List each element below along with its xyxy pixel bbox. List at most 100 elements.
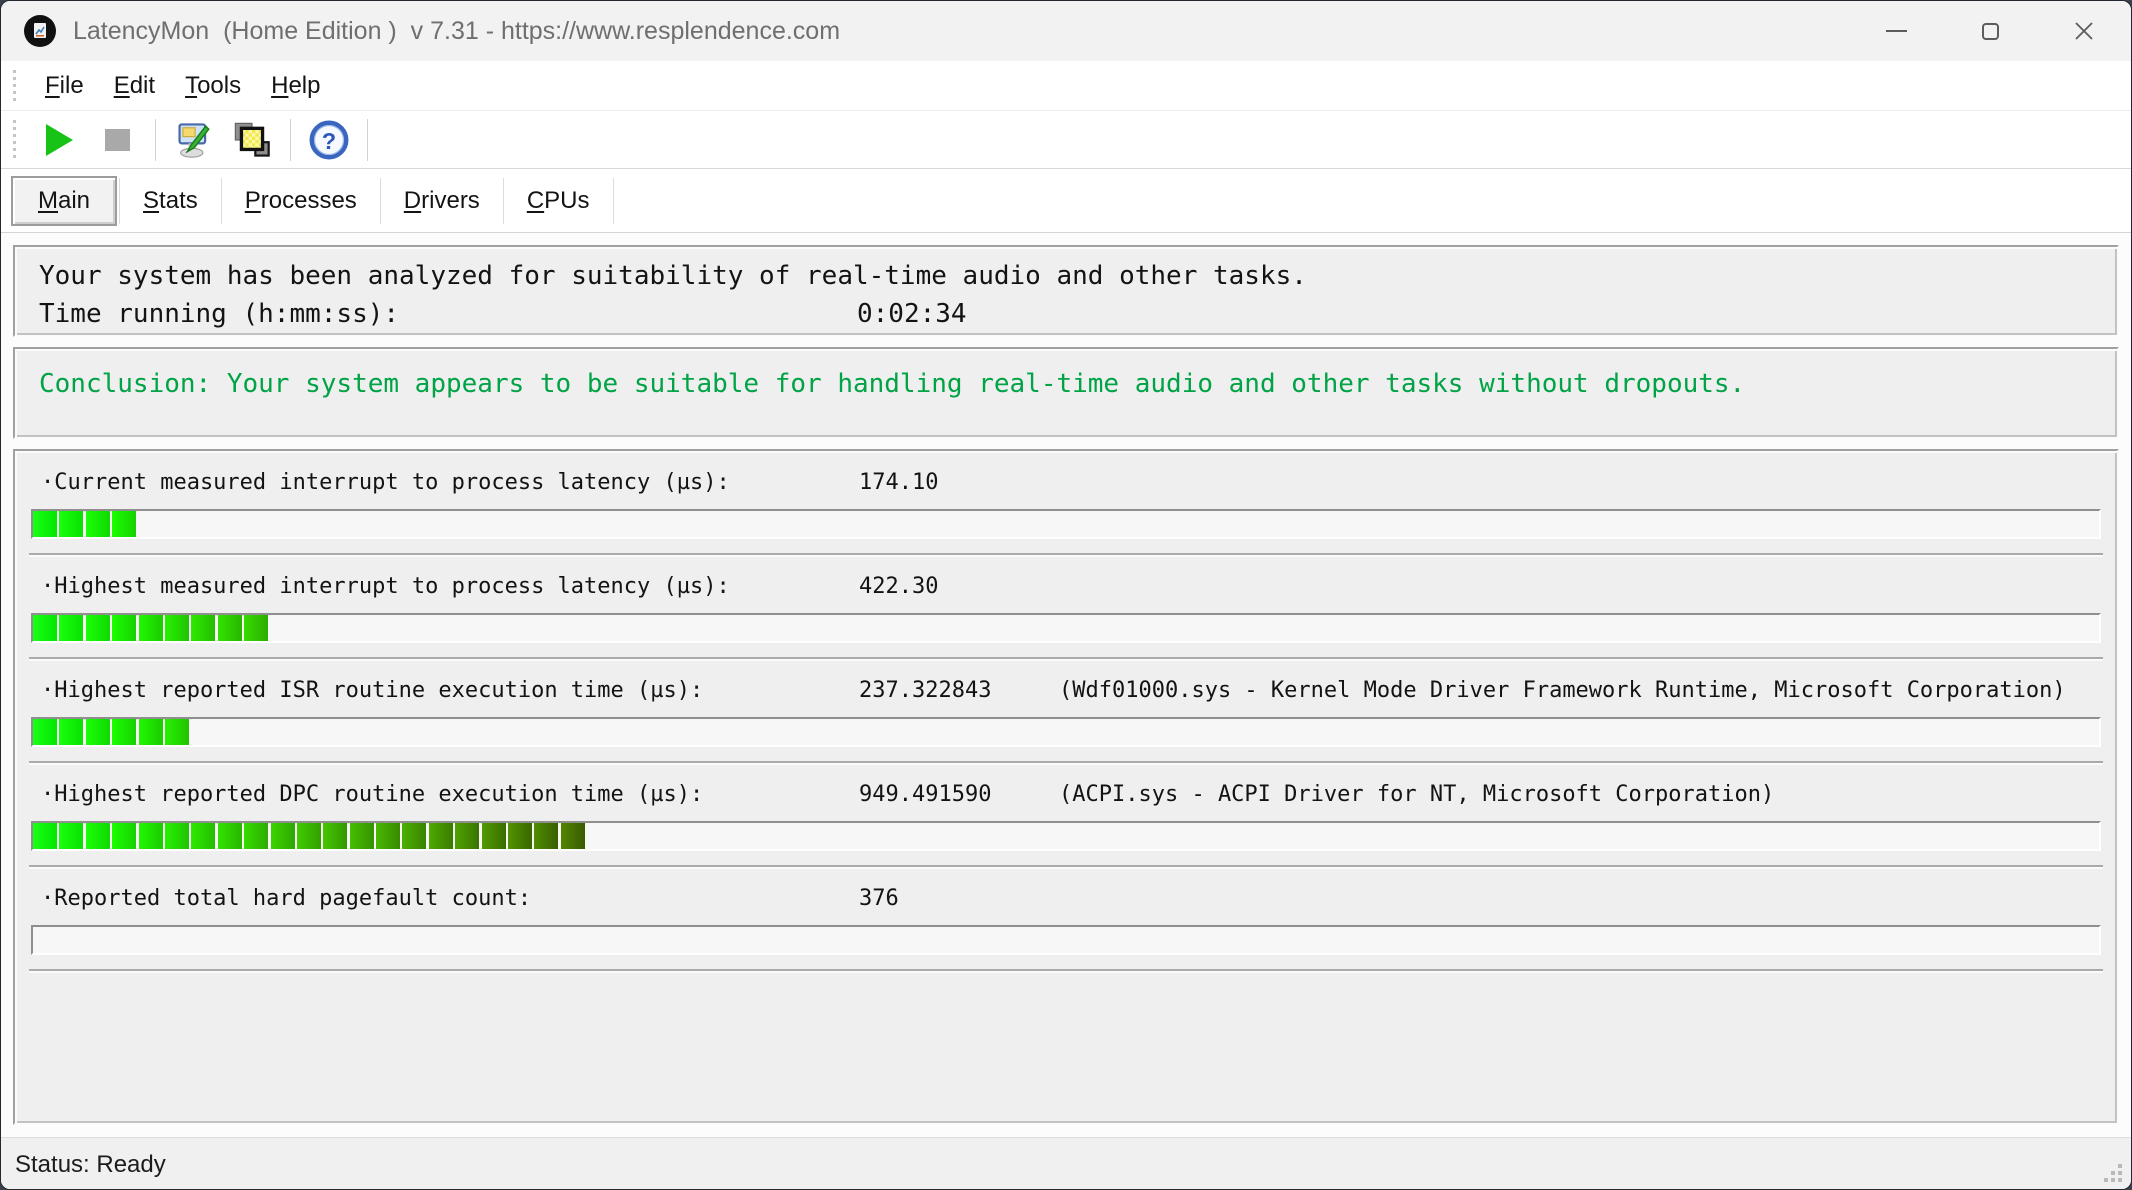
latency-bar-segment <box>244 823 268 849</box>
help-button[interactable]: ? <box>300 117 358 163</box>
latency-bar-segment <box>508 823 532 849</box>
time-running-label: Time running (h:mm:ss): <box>39 295 857 333</box>
menu-item-edit[interactable]: Edit <box>99 67 170 105</box>
metric-label: ·Highest measured interrupt to process l… <box>41 571 859 603</box>
latency-bar-segment <box>86 511 110 537</box>
maximize-button[interactable] <box>1943 1 2037 61</box>
menu-item-tools[interactable]: Tools <box>170 67 256 105</box>
copy-report-button[interactable] <box>223 117 281 163</box>
latency-bar-segment <box>59 823 83 849</box>
latency-bar-segment <box>323 823 347 849</box>
toolbar-gripper[interactable] <box>13 120 16 160</box>
start-monitor-button[interactable] <box>30 117 88 163</box>
tab-processes[interactable]: Processes <box>224 178 378 224</box>
window-controls <box>1849 1 2131 61</box>
menubar-gripper[interactable] <box>13 70 16 102</box>
metric-value: 237.322843 <box>859 675 1031 707</box>
latency-bar-segment <box>297 823 321 849</box>
metric-row: ·Highest reported ISR routine execution … <box>25 661 2107 765</box>
latency-bar-track <box>31 509 2101 539</box>
row-separator <box>29 969 2103 973</box>
metric-value: 174.10 <box>859 467 1031 499</box>
time-running-value: 0:02:34 <box>857 295 967 333</box>
tab-separator <box>380 178 381 224</box>
latency-bar-segment <box>112 511 136 537</box>
latency-bar-segment <box>139 719 163 745</box>
latency-bar-track <box>31 717 2101 747</box>
menubar: FileEditToolsHelp <box>1 61 2131 111</box>
latency-bar-segment <box>86 823 110 849</box>
play-icon <box>46 124 73 156</box>
latency-bar-segment <box>112 719 136 745</box>
close-icon <box>2072 19 2096 43</box>
tab-main[interactable]: Main <box>11 176 117 226</box>
close-button[interactable] <box>2037 1 2131 61</box>
toolbar: ? <box>1 111 2131 169</box>
metric-row: ·Highest reported DPC routine execution … <box>25 765 2107 869</box>
latency-bar-segment <box>455 823 479 849</box>
latency-bar-segment <box>429 823 453 849</box>
latencymon-window: LatencyMon (Home Edition ) v 7.31 - http… <box>0 0 2132 1190</box>
latency-bar-segment <box>112 615 136 641</box>
menu-item-help[interactable]: Help <box>256 67 335 105</box>
metric-row: ·Current measured interrupt to process l… <box>25 453 2107 557</box>
latency-bar-segment <box>191 823 215 849</box>
main-tab-page: Your system has been analyzed for suitab… <box>1 233 2131 1137</box>
menubar-items: FileEditToolsHelp <box>30 67 335 105</box>
latency-bar-segment <box>218 823 242 849</box>
metric-label: ·Highest reported ISR routine execution … <box>41 675 859 707</box>
metric-row: ·Reported total hard pagefault count:376 <box>25 869 2107 973</box>
latency-bar-track <box>31 821 2101 851</box>
tab-stats[interactable]: Stats <box>122 178 219 224</box>
maximize-icon <box>1982 23 1999 40</box>
minimize-button[interactable] <box>1849 1 1943 61</box>
metric-label: ·Highest reported DPC routine execution … <box>41 779 859 811</box>
minimize-icon <box>1886 30 1907 32</box>
latency-bar-segment <box>86 719 110 745</box>
metrics-panel: ·Current measured interrupt to process l… <box>13 449 2119 1125</box>
latency-bar-segment <box>112 823 136 849</box>
menu-item-file[interactable]: File <box>30 67 99 105</box>
svg-text:?: ? <box>322 127 336 153</box>
analyze-system-button[interactable] <box>165 117 223 163</box>
latency-bar-track <box>31 613 2101 643</box>
tab-separator <box>221 178 222 224</box>
latency-bar-segment <box>271 823 295 849</box>
copy-pages-icon <box>232 120 272 160</box>
tab-drivers[interactable]: Drivers <box>383 178 501 224</box>
metric-label: ·Reported total hard pagefault count: <box>41 883 859 915</box>
latency-bar-segment <box>59 615 83 641</box>
latency-bar-segment <box>244 615 268 641</box>
latency-bar-segment <box>59 719 83 745</box>
analysis-panel: Your system has been analyzed for suitab… <box>13 245 2119 337</box>
stop-monitor-button[interactable] <box>88 117 146 163</box>
metric-driver-note: (ACPI.sys - ACPI Driver for NT, Microsof… <box>1059 779 1774 811</box>
latency-bar-segment <box>402 823 426 849</box>
tab-separator <box>613 178 614 224</box>
latency-bar-segment <box>33 511 57 537</box>
latency-bar-segment <box>561 823 585 849</box>
tab-separator <box>119 178 120 224</box>
toolbar-separator <box>155 119 156 161</box>
conclusion-panel: Conclusion: Your system appears to be su… <box>13 347 2119 439</box>
tab-cpus[interactable]: CPUs <box>506 178 611 224</box>
conclusion-text: Conclusion: Your system appears to be su… <box>39 366 2117 402</box>
metric-value: 422.30 <box>859 571 1031 603</box>
window-title: LatencyMon (Home Edition ) v 7.31 - http… <box>73 17 840 46</box>
latency-bar-segment <box>376 823 400 849</box>
latency-bar-segment <box>165 615 189 641</box>
latency-bar-segment <box>350 823 374 849</box>
latency-bar-segment <box>86 615 110 641</box>
tab-separator <box>503 178 504 224</box>
app-icon <box>23 14 57 48</box>
metric-value: 376 <box>859 883 1031 915</box>
latency-bar-segment <box>165 719 189 745</box>
metric-driver-note: (Wdf01000.sys - Kernel Mode Driver Frame… <box>1059 675 2066 707</box>
metric-label: ·Current measured interrupt to process l… <box>41 467 859 499</box>
latency-bar-segment <box>534 823 558 849</box>
tabbar: MainStatsProcessesDriversCPUs <box>1 169 2131 233</box>
latency-bar-segment <box>59 511 83 537</box>
statusbar: Status: Ready <box>1 1137 2131 1190</box>
latency-bar-segment <box>33 615 57 641</box>
resize-grip[interactable] <box>2104 1164 2124 1184</box>
